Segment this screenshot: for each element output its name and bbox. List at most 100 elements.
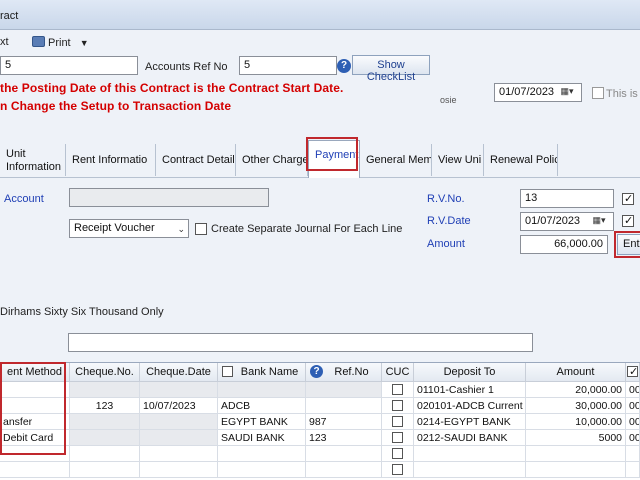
- grid-cell-cheque-date[interactable]: [140, 446, 218, 462]
- grid-cell-ref[interactable]: [306, 446, 382, 462]
- col-deposit-to[interactable]: Deposit To: [414, 363, 526, 382]
- grid-cell-ref[interactable]: [306, 398, 382, 414]
- grid-cell-deposit[interactable]: 020101-ADCB Current A: [414, 398, 526, 414]
- tab-rent-information[interactable]: Rent Informatio: [66, 144, 156, 176]
- grid-cell-deposit[interactable]: 0212-SAUDI BANK: [414, 430, 526, 446]
- grid-cell-extra[interactable]: 00: [626, 414, 640, 430]
- grid-cell-cheque-date[interactable]: [140, 430, 218, 446]
- grid-cell-cheque-no[interactable]: 123: [70, 398, 140, 414]
- rv-no-checkbox[interactable]: [622, 192, 634, 205]
- grid-cell-amount[interactable]: 5000: [526, 430, 626, 446]
- grid-cell-ref[interactable]: 987: [306, 414, 382, 430]
- col-cheque-date[interactable]: Cheque.Date: [140, 363, 218, 382]
- grid-cell-cheque-no[interactable]: [70, 382, 140, 398]
- grid-cell-bank[interactable]: ADCB: [218, 398, 306, 414]
- grid-cell-deposit[interactable]: [414, 462, 526, 478]
- grid-cell-extra[interactable]: 00: [626, 430, 640, 446]
- col-extra[interactable]: [626, 363, 640, 382]
- grid-cell-bank[interactable]: [218, 446, 306, 462]
- grid-cell-cuc[interactable]: [382, 430, 414, 446]
- grid-cell-cheque-no[interactable]: [70, 446, 140, 462]
- header-date-input[interactable]: 01/07/2023 ▦▾: [494, 83, 582, 102]
- cuc-checkbox[interactable]: [392, 400, 403, 411]
- calendar-icon[interactable]: ▦▾: [587, 215, 611, 228]
- col-cheque-no[interactable]: Cheque.No.: [70, 363, 140, 382]
- grid-cell-cuc[interactable]: [382, 398, 414, 414]
- cuc-checkbox[interactable]: [392, 432, 403, 443]
- cuc-checkbox[interactable]: [392, 384, 403, 395]
- tab-unit-information[interactable]: Unit Information: [0, 144, 66, 176]
- cuc-checkbox[interactable]: [392, 416, 403, 427]
- rv-date-checkbox[interactable]: [622, 214, 634, 227]
- grid-cell-cheque-date[interactable]: 10/07/2023: [140, 398, 218, 414]
- calendar-icon[interactable]: ▦▾: [555, 86, 579, 99]
- grid-cell-bank[interactable]: [218, 462, 306, 478]
- account-input[interactable]: [69, 188, 269, 207]
- print-dropdown-icon[interactable]: ▼: [80, 38, 89, 48]
- grid-cell-extra[interactable]: 00: [626, 382, 640, 398]
- col-ref-no[interactable]: ? Ref.No: [306, 363, 382, 382]
- remarks-input[interactable]: [68, 333, 533, 352]
- grid-cell-deposit[interactable]: 0214-EGYPT BANK: [414, 414, 526, 430]
- cuc-checkbox[interactable]: [392, 448, 403, 459]
- accounts-ref-input[interactable]: 5: [239, 56, 337, 75]
- help-icon[interactable]: ?: [337, 59, 351, 73]
- payment-tab-highlight: [306, 137, 358, 171]
- voucher-type-select[interactable]: Receipt Voucher ⌄: [69, 219, 189, 238]
- col-bank-name-label: Bank Name: [240, 366, 299, 378]
- voucher-type-value: Receipt Voucher: [74, 222, 155, 234]
- rv-no-input[interactable]: 13: [520, 189, 614, 208]
- tab-renewal-policy[interactable]: Renewal Policy: [484, 144, 558, 176]
- show-checklist-button[interactable]: Show CheckList: [352, 55, 430, 83]
- contract-no-input[interactable]: 5: [0, 56, 138, 75]
- grid-cell-amount[interactable]: 20,000.00: [526, 382, 626, 398]
- grid-cell-method[interactable]: [0, 462, 70, 478]
- help-icon[interactable]: ?: [310, 365, 323, 378]
- amount-input[interactable]: 66,000.00: [520, 235, 608, 254]
- grid-cell-cuc[interactable]: [382, 382, 414, 398]
- extra-checkbox[interactable]: [627, 365, 638, 378]
- grid-cell-cheque-no[interactable]: [70, 430, 140, 446]
- print-button[interactable]: Print ▼: [32, 36, 89, 49]
- col-amount[interactable]: Amount: [526, 363, 626, 382]
- grid-cell-cheque-date[interactable]: [140, 382, 218, 398]
- tab-other-charges[interactable]: Other Charges: [236, 144, 308, 176]
- tab-view-unit[interactable]: View Uni: [432, 144, 484, 176]
- grid-cell-cuc[interactable]: [382, 446, 414, 462]
- cuc-checkbox[interactable]: [392, 464, 403, 475]
- grid-cell-cheque-date[interactable]: [140, 462, 218, 478]
- grid-cell-cheque-date[interactable]: [140, 414, 218, 430]
- grid-cell-ref[interactable]: 123: [306, 430, 382, 446]
- grid-cell-deposit[interactable]: [414, 446, 526, 462]
- tab-general-memo[interactable]: General Memo: [360, 144, 432, 176]
- separate-journal-label: Create Separate Journal For Each Line: [211, 223, 403, 235]
- separate-journal-checkbox[interactable]: [195, 223, 207, 235]
- chevron-down-icon[interactable]: ⌄: [177, 224, 185, 235]
- toolbar: xt Print ▼: [0, 30, 640, 52]
- grid-cell-bank[interactable]: SAUDI BANK: [218, 430, 306, 446]
- col-bank-name[interactable]: Bank Name: [218, 363, 306, 382]
- grid-cell-extra[interactable]: 00: [626, 398, 640, 414]
- next-button[interactable]: xt: [0, 36, 9, 48]
- grid-cell-ref[interactable]: [306, 382, 382, 398]
- grid-cell-cheque-no[interactable]: [70, 462, 140, 478]
- grid-cell-extra[interactable]: [626, 462, 640, 478]
- grid-cell-amount[interactable]: 10,000.00: [526, 414, 626, 430]
- grid-cell-cuc[interactable]: [382, 414, 414, 430]
- grid-cell-deposit[interactable]: 01101-Cashier 1: [414, 382, 526, 398]
- grid-cell-bank[interactable]: [218, 382, 306, 398]
- grid-cell-amount[interactable]: 30,000.00: [526, 398, 626, 414]
- grid-cell-bank[interactable]: EGYPT BANK: [218, 414, 306, 430]
- tab-contract-details[interactable]: Contract Details: [156, 144, 236, 176]
- grid-cell-extra[interactable]: [626, 446, 640, 462]
- bank-select-all-checkbox[interactable]: [222, 366, 233, 377]
- grid-cell-ref[interactable]: [306, 462, 382, 478]
- grid-cell-cheque-no[interactable]: [70, 414, 140, 430]
- date-label: osie: [440, 95, 457, 105]
- grid-cell-amount[interactable]: [526, 446, 626, 462]
- col-cuc[interactable]: CUC: [382, 363, 414, 382]
- grid-cell-cuc[interactable]: [382, 462, 414, 478]
- rv-date-input[interactable]: 01/07/2023 ▦▾: [520, 212, 614, 231]
- this-is-checkbox[interactable]: [592, 87, 604, 99]
- grid-cell-amount[interactable]: [526, 462, 626, 478]
